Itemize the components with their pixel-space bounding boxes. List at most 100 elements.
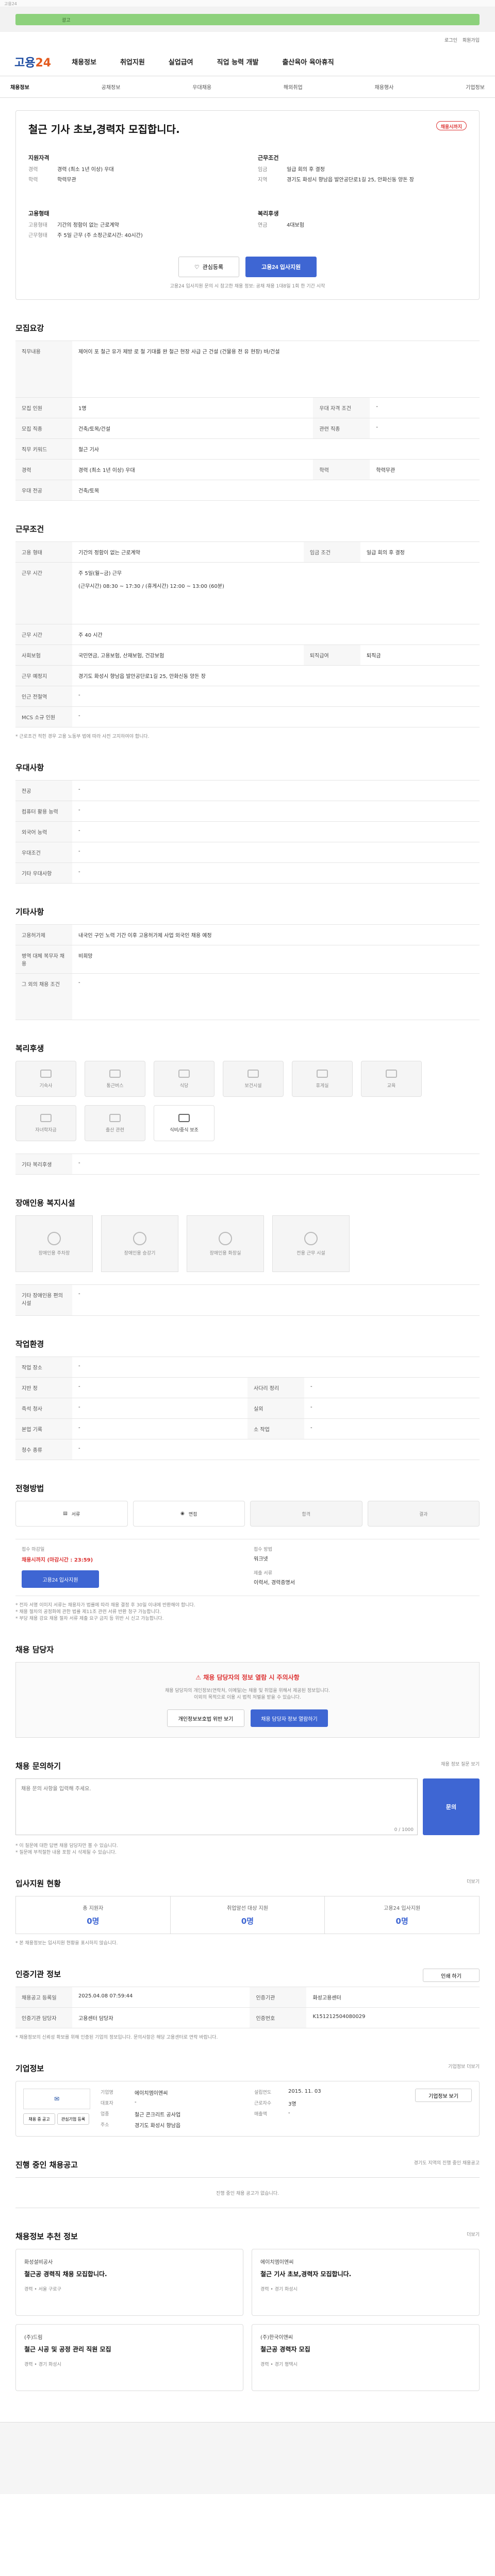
- warning-msg-2: 이외의 목적으로 이용 시 법적 처벌을 받을 수 있습니다.: [194, 1695, 301, 1700]
- recommend-card[interactable]: (주)드림 철근 시공 및 공정 관리 직원 모집 경력 • 경기 화성시: [15, 2324, 243, 2391]
- recommend-section: 채용정보 추천 정보 더보기 화성설비공사 철근공 경력직 채용 모집합니다. 경력 …: [0, 2218, 495, 2401]
- job-title-row: 철근 기사 초보,경력자 모집합니다. 채용시까지: [28, 121, 467, 136]
- p-a-key: 전공: [15, 780, 72, 801]
- corp-follow-button[interactable]: 관심기업 등록: [57, 2113, 89, 2125]
- rec-meta: 경력 • 경기 화성시: [260, 2287, 298, 2292]
- env-b-key: 지반 정: [15, 1377, 72, 1398]
- recruit-table: 직무내용 제어이 포 철근 유가 제방 로 철 기대를 완 철근 현장 사급 근 …: [15, 341, 480, 501]
- qna-textarea[interactable]: [15, 1778, 418, 1835]
- keyword-key: 직무 키워드: [15, 438, 72, 460]
- job-summary-card: 철근 기사 초보,경력자 모집합니다. 채용시까지 지원자격 경력 경력 (최소 1…: [15, 110, 480, 300]
- worktime-value: 주 5일 근무 (주 소정근로시간: 40시간): [57, 233, 143, 239]
- c-ins-key: 사회보험: [15, 645, 72, 666]
- license-value: -: [370, 397, 480, 418]
- env-f-key: 본업 기록: [15, 1418, 72, 1439]
- condition-heading: 근무조건: [15, 524, 44, 534]
- corp-more-link[interactable]: 기업정보 더보기: [448, 2063, 480, 2081]
- subnav-jobs[interactable]: 채용정보: [10, 83, 29, 91]
- ad-banner[interactable]: 광고: [15, 14, 480, 25]
- c-ret-key: 퇴직급여: [303, 645, 360, 666]
- qna-link[interactable]: 채용 정보 질문 보기: [441, 1760, 480, 1778]
- selection-notes: * 전자 서명 이미지 서류는 채용자가 법률에 따라 채용 결정 후 30일 …: [15, 1601, 480, 1621]
- welfare-item-label: 기숙사: [39, 1083, 53, 1089]
- c-time-key: 근무 시간: [15, 562, 72, 624]
- method-cell: 접수 방법 워크넷 제출 서류 이력서, 경력증명서: [248, 1539, 480, 1596]
- apply-button[interactable]: 고용24 입사지원: [245, 257, 317, 277]
- env-c-key: 사다리 정리: [248, 1377, 304, 1398]
- related-heading: 진행 중인 채용공고: [15, 2160, 78, 2170]
- elevator-icon: [133, 1231, 146, 1245]
- privacy-law-button[interactable]: 개인정보보호법 위반 보기: [167, 1709, 244, 1727]
- c-days-key: 근무 시간: [15, 624, 72, 645]
- env-e-key: 실외: [248, 1398, 304, 1419]
- corp-jobs-button[interactable]: 채용 중 공고: [23, 2113, 55, 2125]
- recommend-card[interactable]: 에이치엠이엔씨 철근 기사 초보,경력자 모집합니다. 경력 • 경기 화성시: [252, 2249, 480, 2316]
- summary-row-2: 고용형태 고용형태 기간의 정함이 없는 근로계약 근무형태 주 5일 근무 (주 …: [28, 206, 467, 241]
- e-a-key: 고용허가제: [15, 924, 72, 945]
- signup-link[interactable]: 회원가입: [463, 37, 480, 43]
- step-label: 합격: [302, 1512, 311, 1517]
- nav-parental[interactable]: 출산육아 육아휴직: [282, 57, 334, 66]
- view-contact-button[interactable]: 채용 담당자 정보 열람하기: [251, 1709, 328, 1727]
- corp-mini-buttons: 채용 중 공고 관심기업 등록: [23, 2113, 90, 2125]
- related-link[interactable]: 경기도 지역의 진행 중인 채용공고: [414, 2159, 480, 2177]
- rec-company: 화성설비공사: [24, 2260, 53, 2265]
- site-logo[interactable]: 고용24: [14, 54, 51, 70]
- w-etc-key: 기타 복리후생: [15, 1154, 72, 1175]
- corp-name-value: 에이치엠이엔씨: [135, 2091, 168, 2096]
- nav-jobs[interactable]: 채용정보: [72, 57, 96, 66]
- major-value: 건축/토목: [72, 480, 480, 501]
- subnav-corp[interactable]: 기업정보: [466, 83, 485, 91]
- subnav-pref[interactable]: 우대채용: [192, 83, 211, 91]
- nav-benefit[interactable]: 실업급여: [169, 57, 193, 66]
- subnav-overseas[interactable]: 해외취업: [284, 83, 303, 91]
- select-apply-button[interactable]: 고용24 입사지원: [22, 1570, 99, 1588]
- contact-buttons: 개인정보보호법 위반 보기 채용 담당자 정보 열람하기: [26, 1709, 469, 1727]
- c-time-cell: 주 5일(월~금) 근무 (근무시간) 08:30 ~ 17:30 / (휴게시간…: [72, 562, 480, 624]
- save-job-button[interactable]: ♡ 관심등록: [178, 257, 240, 277]
- disability-item-label: 장애인용 화장실: [209, 1250, 241, 1256]
- wage-key: 임금: [258, 167, 268, 173]
- step-item: ◉ 면접: [133, 1501, 245, 1527]
- nav-training[interactable]: 직업 능력 개발: [217, 57, 259, 66]
- r-career-key: 경력: [15, 459, 72, 480]
- e-c-value: -: [72, 973, 480, 1020]
- stats-more-link[interactable]: 더보기: [467, 1878, 480, 1896]
- reg-heading: 인증기관 정보: [15, 1970, 61, 1979]
- recommend-more-link[interactable]: 더보기: [467, 2231, 480, 2249]
- corp-ceo-key: 대표자: [101, 2101, 113, 2106]
- receipt-value: 채용시까지 (마감시간 : 23:59): [22, 1557, 93, 1563]
- interview-icon: ◉: [180, 1511, 185, 1516]
- corp-detail-button[interactable]: 기업정보 보기: [415, 2089, 472, 2102]
- subnav-public[interactable]: 공채정보: [102, 83, 121, 91]
- apply-actions: ♡ 관심등록 고용24 입사지원: [28, 257, 467, 277]
- c-time-detail: (근무시간) 08:30 ~ 17:30 / (휴게시간) 12:00 ~ 13…: [78, 584, 224, 589]
- welfare-label: 복리후생: [258, 210, 279, 217]
- print-button[interactable]: 인쇄 하기: [423, 1969, 480, 1982]
- disability-item: 전용 근무 시설: [272, 1215, 350, 1272]
- rec-title: 철근 기사 초보,경력자 모집합니다.: [260, 2270, 352, 2278]
- env-e-value: -: [304, 1398, 480, 1419]
- save-job-label: 관심등록: [202, 264, 224, 270]
- step-label: 면접: [188, 1512, 197, 1517]
- disability-item: 장애인용 주차장: [15, 1215, 93, 1272]
- corp-logo: ✉: [23, 2089, 90, 2109]
- environment-section: 작업환경 작업 장소 - 지반 정 - 사다리 정리 - 즉석 청사 - 실외 - 본업 기록…: [0, 1326, 495, 1470]
- stat-referral: 취업알선 대상 지원 0명: [171, 1896, 325, 1934]
- r-edu-key: 학력: [313, 459, 370, 480]
- p-b-value: -: [72, 801, 480, 822]
- c-wage-value: 일급 회의 후 결정: [360, 541, 480, 563]
- welfare-item: 휴게실: [292, 1061, 353, 1097]
- recommend-card[interactable]: 화성설비공사 철근공 경력직 채용 모집합니다. 경력 • 서울 구로구: [15, 2249, 243, 2316]
- c-loc-value: 경기도 화성시 향남읍 발안공단로1길 25, 안화신동 양돈 장: [72, 665, 480, 686]
- recommend-card[interactable]: (주)한국이앤씨 철근공 경력자 모집 경력 • 경기 평택시: [252, 2324, 480, 2391]
- login-link[interactable]: 로그인: [444, 37, 457, 43]
- nav-support[interactable]: 취업지원: [120, 57, 145, 66]
- apply-label: 고용24 입사지원: [261, 264, 301, 270]
- welfare-item: 기숙사: [15, 1061, 76, 1097]
- qna-submit-button[interactable]: 문의: [423, 1778, 480, 1835]
- job-title: 철근 기사 초보,경력자 모집합니다.: [28, 123, 180, 135]
- subnav-events[interactable]: 채용행사: [375, 83, 394, 91]
- step-item: ▤ 서류: [15, 1501, 128, 1527]
- pref-table: 전공 - 컴퓨터 활용 능력 - 외국어 능력 - 우대조건 - 기타 우대사항 -: [15, 780, 480, 884]
